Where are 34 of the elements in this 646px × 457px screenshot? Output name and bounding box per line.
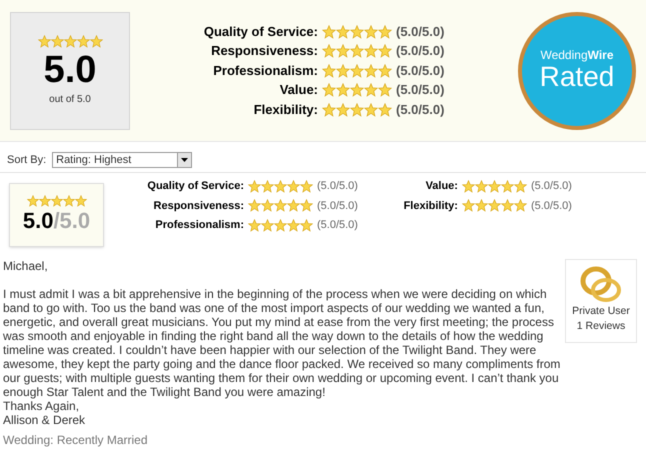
sort-dropdown[interactable]: Rating: Highest (52, 152, 192, 168)
rating-label: Professionalism: (154, 218, 244, 233)
rating-label: Flexibility: (252, 100, 318, 119)
score-caption: out of 5.0 (49, 92, 91, 106)
reviewer-count: 1 Reviews (576, 319, 626, 334)
rating-label: Value: (278, 81, 318, 100)
caret-icon (177, 153, 192, 168)
rating-value: (5.0/5.0) (396, 81, 444, 100)
wedding-info: Wedding: Recently Married (3, 432, 149, 446)
sort-label: Sort By: (7, 153, 46, 168)
review-score: 5.0/5.0 (22, 206, 90, 234)
rating-value: (5.0/5.0) (530, 179, 572, 194)
rating-value: (5.0/5.0) (530, 198, 572, 214)
rating-label: Quality of Service: (202, 22, 318, 41)
rating-value: (5.0/5.0) (317, 179, 358, 194)
rating-label: Responsiveness: (152, 198, 244, 214)
rating-value: (5.0/5.0) (396, 100, 444, 119)
rating-value: (5.0/5.0) (317, 218, 358, 233)
badge-word: Rated (540, 60, 614, 92)
review-greeting: Michael, (3, 258, 49, 272)
review-signoff: Thanks Again, (3, 398, 80, 412)
review-body: I must admit I was a bit apprehensive in the beginning of the process when we were deciding on which band to go with. Too us the band was one of the most import aspects of our wedding we wanted a fun, energetic, and overall great musicians. You put my mind at ease from the very first meeting; the process was smooth and enjoyable in finding the right band all the way down to the details of how the wedding timeline was created. I couldn’t have been happier with our selection of the Twilight Band. They were awesome, they kept the party going and the dance floor packed. We received so many compliments from our guests; with multiple guests wanting them for their own wedding or upcoming event. I can’t thank you enough Star Talent and the Twilight Band you were amazing! (3, 286, 562, 398)
rating-label: Responsiveness: (210, 42, 318, 60)
rating-label: Quality of Service: (146, 179, 244, 194)
badge-brand: WeddingWire (540, 48, 614, 60)
rings-icon (579, 266, 623, 304)
reviewer-name: Private User (572, 304, 630, 318)
review-signoff: Allison & Derek (3, 412, 86, 426)
rating-value: (5.0/5.0) (396, 22, 444, 41)
overall-score: 5.0 (44, 48, 96, 92)
rating-value: (5.0/5.0) (396, 42, 444, 60)
rating-label: Professionalism: (212, 62, 318, 80)
rating-value: (5.0/5.0) (396, 62, 444, 80)
rating-value: (5.0/5.0) (317, 198, 358, 214)
